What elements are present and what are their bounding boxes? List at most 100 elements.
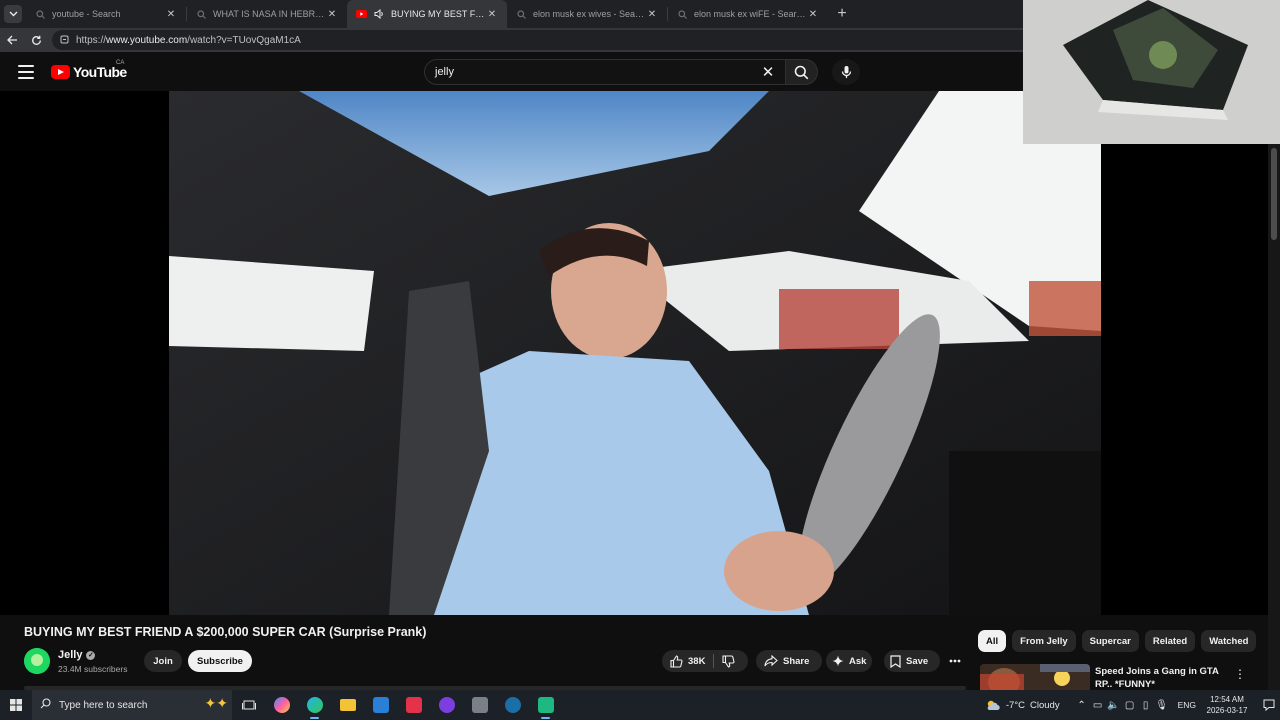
notes-app-button[interactable] [463, 690, 496, 720]
edge-browser-button[interactable] [298, 690, 331, 720]
chip-related[interactable]: Related [1144, 630, 1196, 652]
channel-name-row[interactable]: Jelly ✓ [58, 649, 96, 661]
close-icon[interactable]: ✕ [325, 7, 339, 21]
tab-youtube-video-active[interactable]: BUYING MY BEST FRIEND A $200,000 ✕ [347, 0, 507, 28]
ask-button[interactable]: Ask [826, 650, 872, 672]
url-field[interactable]: https://www.youtube.com/watch?v=TUovQgaM… [52, 30, 1032, 50]
bookmark-icon [890, 654, 901, 668]
weather-widget[interactable]: -7°C Cloudy [985, 699, 1060, 711]
more-horizontal-icon [949, 659, 961, 663]
clock-time: 12:54 AM [1210, 695, 1244, 704]
start-button[interactable] [0, 690, 32, 720]
chevron-down-icon [4, 5, 22, 23]
notification-center-button[interactable] [1258, 690, 1280, 720]
microphone-icon[interactable]: 🎙 [1154, 700, 1170, 711]
steam-button[interactable] [496, 690, 529, 720]
close-icon[interactable]: ✕ [806, 7, 820, 21]
youtube-favicon-icon [355, 8, 367, 20]
edge-icon [306, 697, 323, 713]
video-player[interactable] [0, 91, 1268, 615]
search-input[interactable]: jelly ✕ [424, 59, 786, 85]
search-button[interactable] [786, 59, 818, 85]
subscribe-button[interactable]: Subscribe [188, 650, 252, 672]
search-favicon-icon [515, 8, 527, 20]
tab-label: WHAT IS NASA IN HEBREW - Search [213, 9, 325, 19]
notification-icon [1263, 699, 1275, 711]
voice-search-button[interactable] [832, 59, 860, 85]
url-path: /watch?v=TUovQgaM1cA [187, 34, 301, 46]
scrollbar-thumb[interactable] [1271, 148, 1277, 240]
taskbar-search-field[interactable]: Type here to search ✦✦ [32, 690, 232, 720]
file-explorer-button[interactable] [331, 690, 364, 720]
video-still-image [169, 91, 1101, 615]
back-button[interactable] [0, 28, 24, 52]
related-video-thumbnail[interactable] [980, 664, 1090, 690]
close-icon[interactable]: ✕ [485, 7, 499, 21]
chip-watched[interactable]: Watched [1201, 630, 1257, 652]
share-button[interactable]: Share [756, 650, 822, 672]
input-language[interactable]: ENG [1178, 700, 1196, 710]
copilot-icon [273, 697, 290, 713]
volume-icon[interactable]: 🔈 [1106, 700, 1122, 711]
url-host: www.youtube.com [106, 34, 188, 46]
store-button[interactable] [397, 690, 430, 720]
youtube-wordmark: YouTube [73, 64, 127, 80]
new-tab-button[interactable]: + [828, 0, 856, 28]
close-icon[interactable]: ✕ [645, 7, 659, 21]
thumbs-down-icon [722, 654, 735, 668]
game-app-icon [537, 697, 554, 713]
tab-label: elon musk ex wives - Search [533, 9, 645, 19]
channel-name[interactable]: Jelly [58, 649, 82, 661]
media-app-button[interactable] [430, 690, 463, 720]
battery-icon[interactable]: ▯ [1138, 700, 1154, 711]
display-icon[interactable]: ▢ [1122, 700, 1138, 711]
network-icon[interactable]: ▭ [1090, 700, 1106, 711]
task-view-button[interactable] [232, 690, 265, 720]
page-scrollbar[interactable] [1268, 144, 1280, 690]
chip-from-jelly[interactable]: From Jelly [1012, 630, 1076, 652]
menu-icon[interactable] [18, 65, 34, 79]
more-actions-button[interactable] [943, 650, 967, 672]
folder-icon [339, 699, 356, 711]
sparkle-icon [832, 655, 844, 667]
youtube-play-icon [51, 65, 70, 79]
youtube-logo[interactable]: YouTube CA [51, 60, 127, 80]
tab-label: elon musk ex wiFE - Search Images [694, 9, 806, 19]
chevron-up-icon[interactable]: ⌃ [1074, 700, 1090, 711]
copilot-button[interactable] [265, 690, 298, 720]
like-button[interactable]: 38K [662, 650, 713, 672]
task-view-icon [241, 700, 256, 710]
screen: youtube - Search ✕ WHAT IS NASA IN HEBRE… [0, 0, 1280, 720]
game-app-button[interactable] [529, 690, 562, 720]
save-button[interactable]: Save [884, 650, 940, 672]
clock[interactable]: 12:54 AM 2026-03-17 [1204, 694, 1250, 716]
reload-button[interactable] [24, 28, 48, 52]
site-info-icon[interactable] [60, 35, 72, 46]
tab-actions-menu[interactable] [0, 0, 26, 28]
ask-label: Ask [849, 655, 867, 667]
mail-button[interactable] [364, 690, 397, 720]
media-app-icon [438, 697, 455, 713]
steam-icon [504, 697, 521, 713]
like-dislike-group: 38K [662, 650, 748, 672]
join-button[interactable]: Join [144, 650, 182, 672]
tab-elon-images[interactable]: elon musk ex wiFE - Search Images ✕ [668, 0, 828, 28]
tab-elon-wives[interactable]: elon musk ex wives - Search ✕ [507, 0, 667, 28]
tab-youtube-search[interactable]: youtube - Search ✕ [26, 0, 186, 28]
more-vertical-icon[interactable]: ⋮ [1234, 666, 1246, 682]
clear-search-icon[interactable]: ✕ [759, 63, 777, 81]
chip-all[interactable]: All [978, 630, 1007, 652]
related-video-title[interactable]: Speed Joins a Gang in GTA RP.. *FUNNY* [1095, 666, 1235, 691]
dislike-button[interactable] [714, 650, 743, 672]
tab-nasa-hebrew[interactable]: WHAT IS NASA IN HEBREW - Search ✕ [187, 0, 347, 28]
close-icon[interactable]: ✕ [164, 7, 178, 21]
verified-check-icon: ✓ [86, 650, 96, 660]
channel-avatar[interactable] [24, 648, 50, 674]
share-arrow-icon [764, 655, 778, 667]
webcam-overlay [1023, 0, 1280, 144]
microphone-icon [841, 66, 851, 78]
video-frame[interactable] [169, 91, 1101, 615]
subscriber-count: 23.4M subscribers [58, 664, 128, 674]
chip-supercar[interactable]: Supercar [1081, 630, 1139, 652]
speaker-icon[interactable] [373, 8, 385, 20]
